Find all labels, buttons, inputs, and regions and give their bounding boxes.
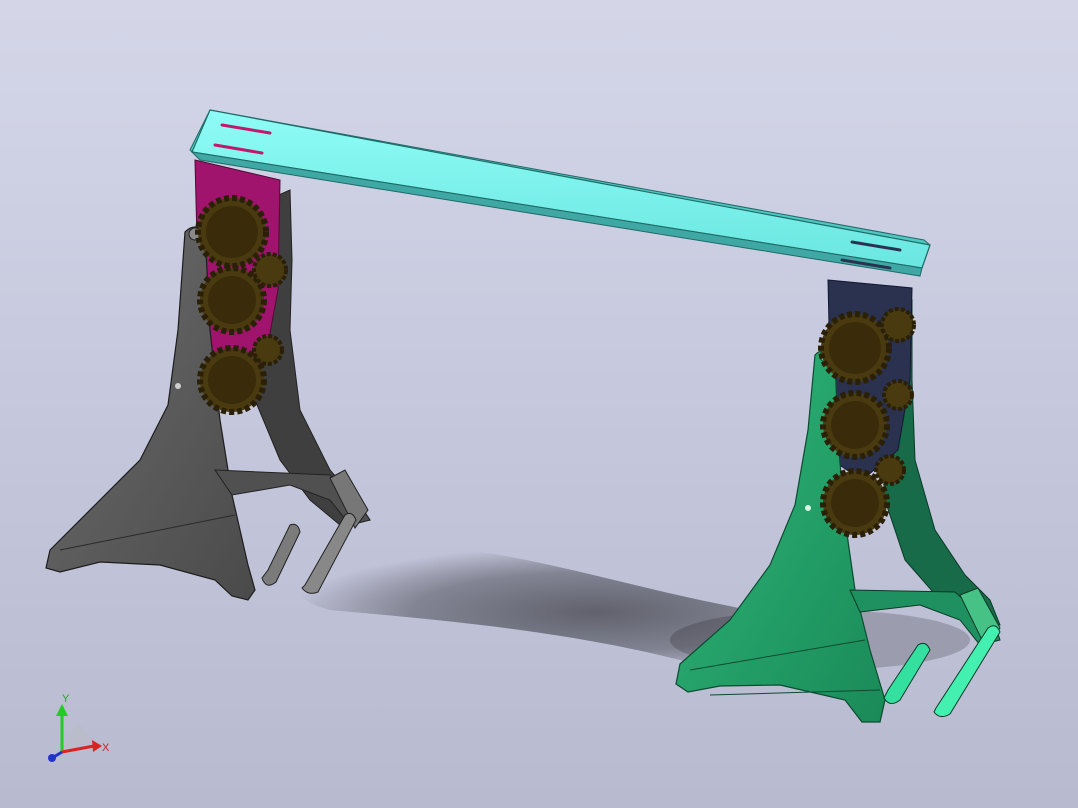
triad-x-label: X [102, 742, 110, 754]
graphics-viewport[interactable]: Y X [0, 0, 1078, 808]
triad-y-label: Y [62, 693, 70, 705]
crossbar[interactable] [189, 109, 931, 277]
coordinate-triad: Y X [48, 693, 110, 762]
3d-model-scene[interactable]: Y X [0, 0, 1078, 808]
